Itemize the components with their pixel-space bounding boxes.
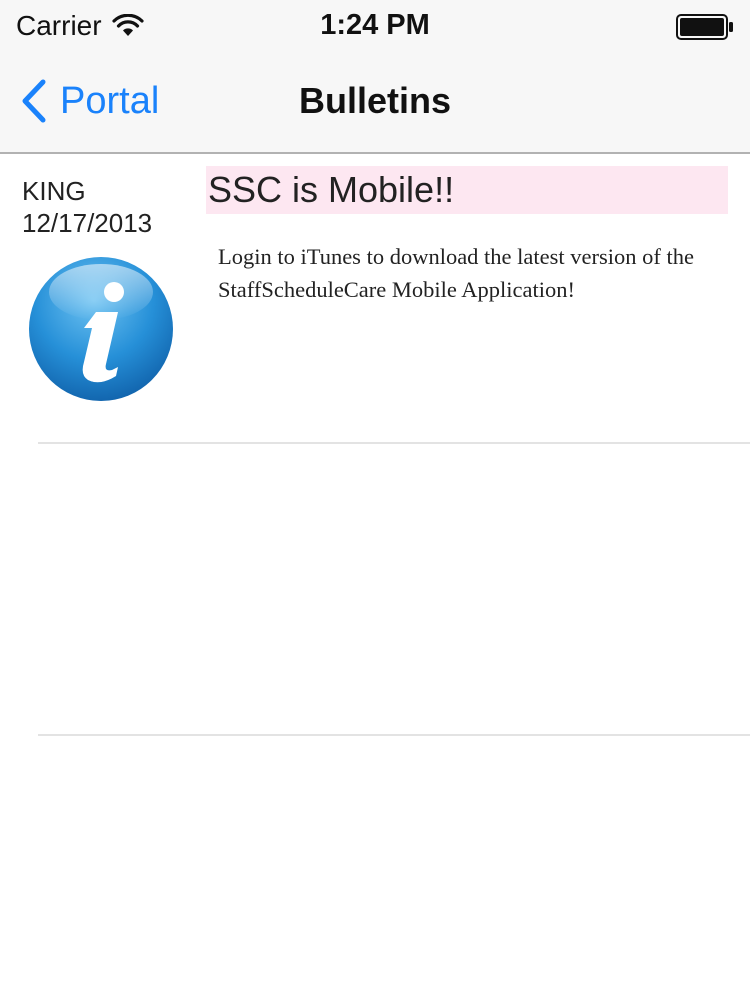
status-bar: Carrier 1:24 PM — [0, 0, 750, 52]
battery-icon — [676, 14, 733, 40]
row-divider — [38, 734, 750, 736]
bulletin-date: 12/17/2013 — [22, 208, 153, 238]
bulletin-item[interactable]: KING 12/17/2013 SSC is Mobile!! Login to… — [0, 154, 750, 442]
status-time: 1:24 PM — [320, 9, 430, 41]
bulletin-title: SSC is Mobile!! — [206, 166, 728, 214]
bulletin-author: KING — [22, 176, 86, 206]
info-icon — [29, 257, 173, 401]
bulletin-list: KING 12/17/2013 SSC is Mobile!! Login to… — [0, 154, 750, 442]
bulletins-screen: Carrier 1:24 PM Portal Bulletins KING 12… — [0, 0, 750, 1000]
row-divider — [38, 442, 750, 444]
page-title: Bulletins — [298, 80, 451, 121]
bulletin-body: Login to iTunes to download the latest v… — [218, 244, 694, 302]
navigation-bar: Portal Bulletins — [0, 52, 750, 154]
